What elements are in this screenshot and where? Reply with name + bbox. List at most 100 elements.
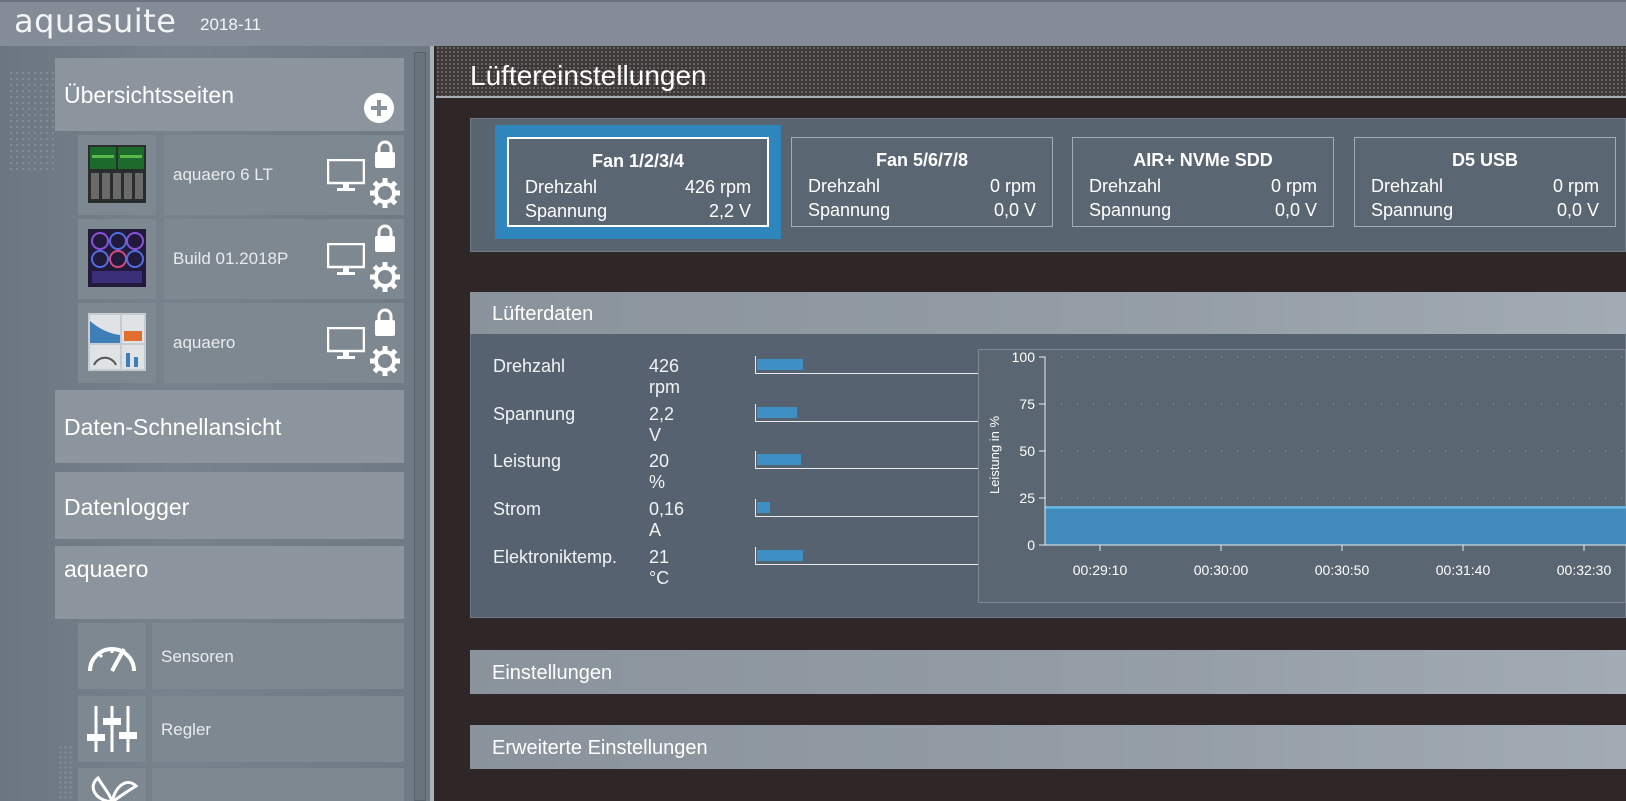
fan-data-bar: [755, 547, 979, 565]
device-card-voltage: 2,2 V: [708, 201, 751, 221]
chart-ytick-label: 75: [1019, 396, 1035, 412]
sidebar-item-label: Regler: [161, 720, 212, 739]
device-card-speed: 426 rpm: [684, 177, 751, 197]
sidebar-item-sensors[interactable]: Sensoren: [152, 623, 404, 689]
gear-icon[interactable]: [370, 262, 400, 292]
chart-xtick-label: 00:30:50: [1315, 562, 1370, 578]
overview-thumbnail-image: [88, 313, 146, 371]
device-card-d5-usb[interactable]: D5 USB Drehzahl 0 rpm Spannung 0,0 V: [1354, 137, 1616, 227]
gear-icon[interactable]: [370, 178, 400, 208]
sidebar-quick-view-label: Daten-Schnellansicht: [64, 414, 282, 440]
device-card-voltage-label: Spannung: [1371, 200, 1454, 220]
sidebar-item-fans[interactable]: [152, 768, 404, 801]
overview-item-thumbnail[interactable]: [78, 303, 156, 383]
monitor-icon[interactable]: [327, 159, 365, 193]
sidebar-item-sensors-icon-box[interactable]: [78, 623, 146, 689]
chart-ytick-label: 25: [1019, 490, 1035, 506]
overview-item-thumbnail[interactable]: [78, 219, 156, 299]
chart-xtick-label: 00:29:10: [1073, 562, 1128, 578]
fan-data-value: 20 %: [649, 451, 670, 492]
advanced-settings-header[interactable]: Erweiterte Einstellungen: [470, 725, 1626, 769]
power-chart: 0 25 50 75 100 00:29:10 00:30:00 00:30:50 00:31:…: [978, 349, 1626, 603]
overview-item-thumbnail[interactable]: [78, 135, 156, 215]
chart-xtick-label: 00:30:00: [1194, 562, 1249, 578]
settings-header[interactable]: Einstellungen: [470, 650, 1626, 694]
device-card-speed-label: Drehzahl: [1089, 176, 1162, 196]
chart-ytick-label: 0: [1027, 537, 1035, 553]
sidebar-item-controller-icon-box[interactable]: [78, 696, 146, 762]
overview-item[interactable]: aquaero: [164, 303, 404, 383]
sidebar-quick-view[interactable]: Daten-Schnellansicht: [55, 390, 404, 463]
lock-icon[interactable]: [373, 139, 397, 169]
fan-data-bar-fill: [757, 359, 803, 370]
fan-data-bar-fill: [757, 454, 801, 465]
lock-icon[interactable]: [373, 307, 397, 337]
add-icon[interactable]: [364, 93, 394, 123]
advanced-settings-title: Erweiterte Einstellungen: [492, 737, 708, 759]
sidebar-data-logger[interactable]: Datenlogger: [55, 472, 404, 539]
sidebar-device-section[interactable]: aquaero: [55, 546, 404, 619]
gear-icon[interactable]: [370, 346, 400, 376]
fan-data-bar: [755, 404, 979, 422]
sidebar-item-fans-icon-box[interactable]: [78, 768, 146, 801]
device-card-speed-label: Drehzahl: [1371, 176, 1444, 196]
device-card-speed: 0 rpm: [1270, 176, 1317, 196]
fan-data-label: Strom: [493, 499, 542, 519]
fan-data-label: Drehzahl: [493, 356, 566, 376]
device-card-voltage: 0,0 V: [1556, 200, 1599, 220]
settings-title: Einstellungen: [492, 662, 613, 684]
sidebar-item-controller[interactable]: Regler: [152, 696, 404, 762]
sidebar-scrollbar[interactable]: [414, 52, 426, 801]
device-card-name: AIR+ NVMe SDD: [1133, 150, 1273, 170]
device-card-speed-label: Drehzahl: [808, 176, 881, 196]
chart-ytick-label: 50: [1019, 443, 1035, 459]
device-selector: Fan 1/2/3/4 Drehzahl 426 rpm Spannung 2,2 …: [470, 118, 1626, 252]
fan-data-header[interactable]: Lüfterdaten: [470, 292, 1626, 334]
device-card-voltage-label: Spannung: [808, 200, 891, 220]
sidebar-decoration-bottom: [58, 745, 72, 801]
device-card-voltage: 0,0 V: [993, 200, 1036, 220]
overview-item-label: aquaero 6 LT: [173, 165, 273, 184]
monitor-icon[interactable]: [327, 327, 365, 361]
power-chart-svg: 0 25 50 75 100 00:29:10 00:30:00 00:30:50 00:31:…: [987, 349, 1626, 578]
device-card-voltage-label: Spannung: [525, 201, 608, 221]
fan-data-bar: [755, 499, 979, 517]
fan-data-bar: [755, 451, 979, 469]
fan-data-bar-fill: [757, 407, 797, 418]
fan-data-value: 426 rpm: [649, 356, 680, 397]
sliders-icon: [87, 706, 137, 752]
device-card-name: Fan 5/6/7/8: [875, 150, 969, 170]
fan-data-value: 21 °C: [649, 547, 670, 588]
fan-data-bar-fill: [757, 502, 770, 513]
sidebar-device-section-label: aquaero: [64, 556, 149, 582]
chart-ytick-label: 100: [1012, 350, 1036, 365]
chart-area: [1045, 507, 1626, 545]
device-card-voltage: 0,0 V: [1274, 200, 1317, 220]
device-card-speed: 0 rpm: [989, 176, 1036, 196]
sidebar-overview-title: Übersichtsseiten: [64, 82, 235, 108]
device-card-speed: 0 rpm: [1552, 176, 1599, 196]
chart-xtick-label: 00:31:40: [1436, 562, 1491, 578]
fan-data-bar-fill: [757, 550, 803, 561]
app-version: 2018-11: [200, 15, 262, 34]
device-card-name: D5 USB: [1451, 150, 1518, 170]
app-name: aquasuite: [14, 2, 177, 40]
device-card-air-nvme[interactable]: AIR+ NVMe SDD Drehzahl 0 rpm Spannung 0,0 …: [1072, 137, 1334, 227]
sidebar-overview-section[interactable]: Übersichtsseiten: [55, 58, 404, 131]
monitor-icon[interactable]: [327, 243, 365, 277]
chart-xtick-label: 00:32:30: [1557, 562, 1612, 578]
overview-item[interactable]: Build 01.2018P: [164, 219, 404, 299]
device-card-speed-label: Drehzahl: [525, 177, 598, 197]
fan-data-value: 2,2 V: [649, 404, 675, 445]
fan-data-label: Spannung: [493, 404, 576, 424]
overview-item-label: Build 01.2018P: [173, 249, 289, 268]
device-card-fan-1234[interactable]: Fan 1/2/3/4 Drehzahl 426 rpm Spannung 2,2 …: [507, 137, 769, 227]
page-title: Lüftereinstellungen: [470, 60, 707, 91]
lock-icon[interactable]: [373, 223, 397, 253]
overview-item-label: aquaero: [173, 333, 236, 352]
device-card-fan-5678[interactable]: Fan 5/6/7/8 Drehzahl 0 rpm Spannung 0,0 V: [791, 137, 1053, 227]
device-card-name: Fan 1/2/3/4: [591, 151, 685, 171]
sidebar-decoration: [8, 70, 54, 170]
fan-data-label: Leistung: [493, 451, 562, 471]
overview-item[interactable]: aquaero 6 LT: [164, 135, 404, 215]
